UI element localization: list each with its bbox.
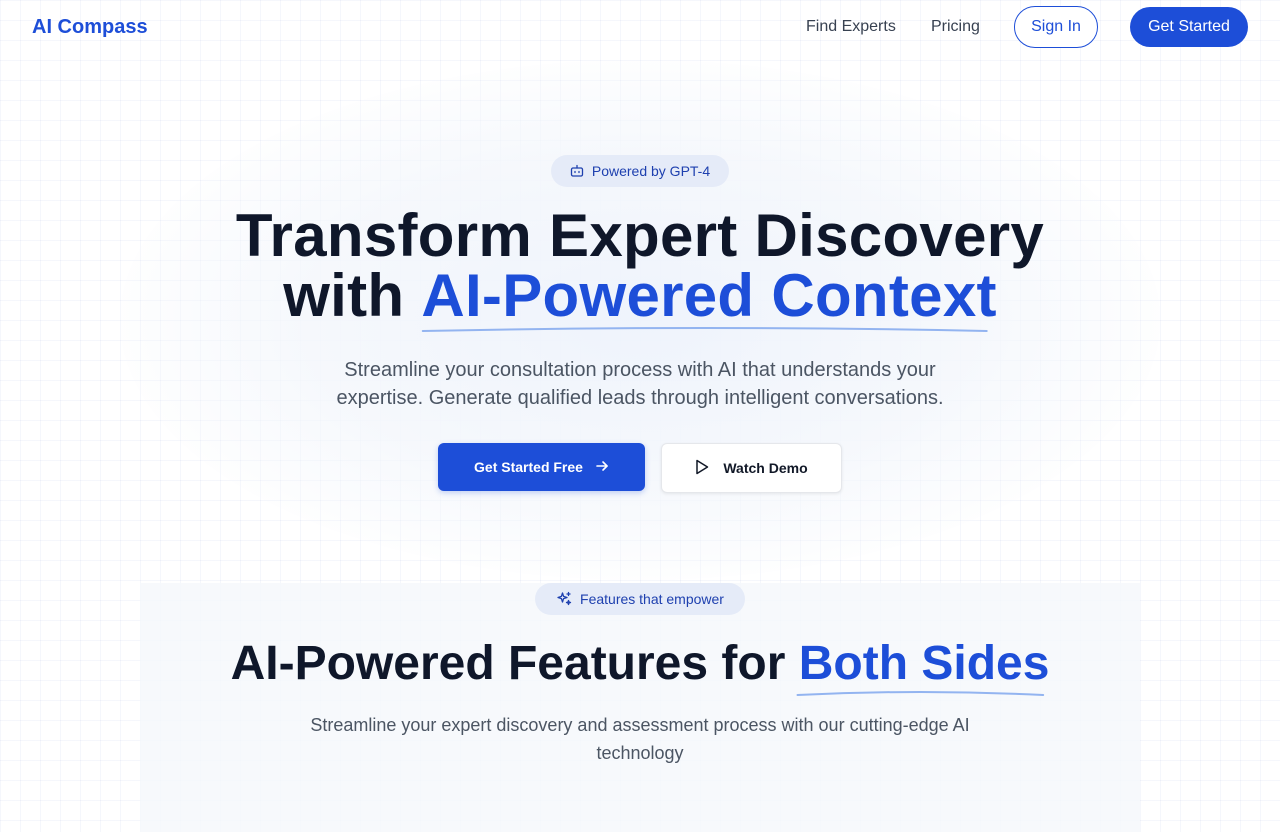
hero-title-accent-text: AI-Powered Context (421, 262, 997, 329)
hero-title-line-1: Transform Expert Discovery (235, 202, 1045, 269)
nav-find-experts[interactable]: Find Experts (806, 17, 896, 37)
features-subtitle: Streamline your expert discovery and ass… (310, 715, 970, 763)
watch-demo-label: Watch Demo (723, 460, 808, 476)
powered-by-label: Powered by GPT-4 (591, 163, 711, 179)
hero-subtitle: Streamline your consultation process wit… (336, 359, 944, 409)
features-title: AI-Powered Features for Both Sides (0, 636, 1280, 692)
features-badge: Features that empower (535, 583, 745, 615)
robot-icon (570, 164, 584, 178)
hero-title-prefix: with (283, 262, 422, 329)
play-icon (695, 459, 709, 478)
arrow-right-icon (595, 459, 609, 476)
hero-title-line-2: with AI-Powered Context (0, 266, 1280, 326)
get-started-nav-button[interactable]: Get Started (1130, 7, 1248, 47)
get-started-free-button[interactable]: Get Started Free (438, 443, 645, 491)
sparkles-icon (556, 591, 572, 607)
hero-title: Transform Expert Discovery with AI-Power… (0, 206, 1280, 326)
get-started-free-label: Get Started Free (474, 459, 583, 475)
features-title-prefix: AI-Powered Features for (230, 637, 799, 690)
nav-pricing[interactable]: Pricing (931, 17, 980, 37)
features-badge-label: Features that empower (580, 591, 724, 607)
logo[interactable]: AI Compass (32, 14, 148, 40)
watch-demo-button[interactable]: Watch Demo (661, 443, 842, 493)
features-title-accent: Both Sides (798, 636, 1050, 692)
powered-by-badge: Powered by GPT-4 (551, 155, 729, 187)
sign-in-button[interactable]: Sign In (1014, 6, 1098, 48)
features-section-background (140, 583, 1140, 832)
hero-title-accent: AI-Powered Context (421, 266, 996, 326)
features-title-accent-text: Both Sides (798, 637, 1050, 690)
